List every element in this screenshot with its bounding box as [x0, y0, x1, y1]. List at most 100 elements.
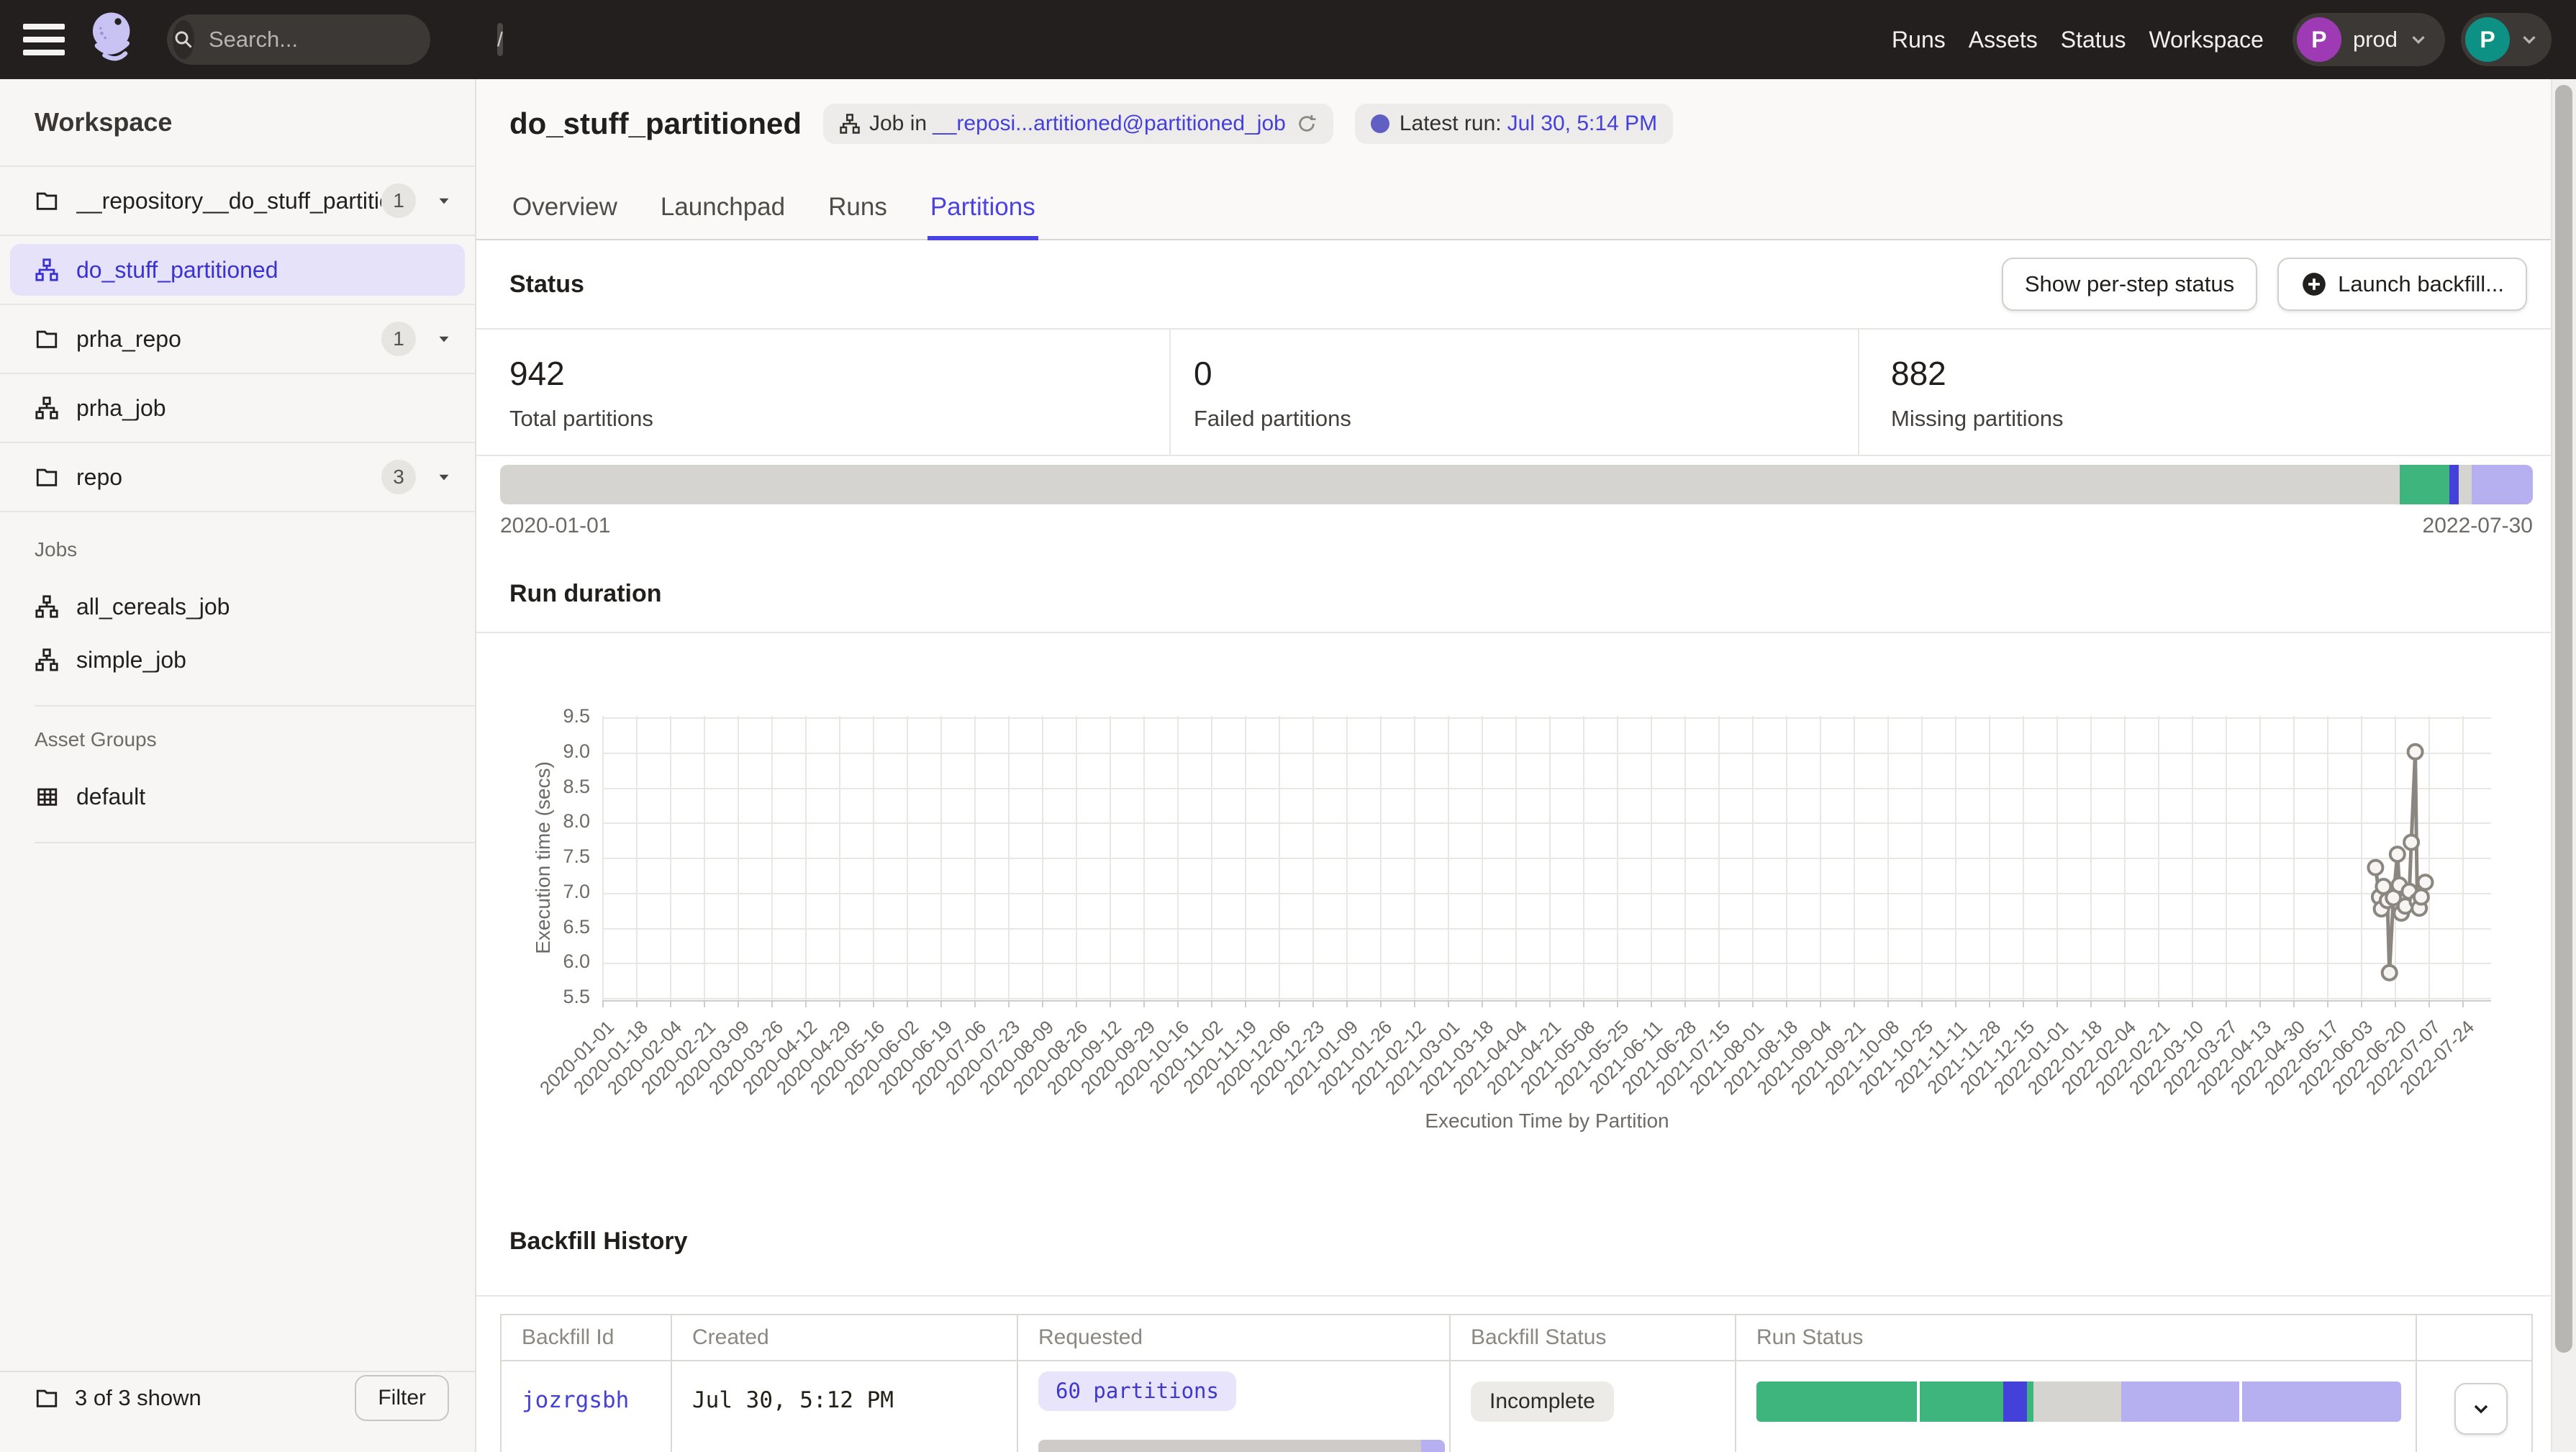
launch-backfill-label: Launch backfill...: [2338, 271, 2504, 297]
nav-workspace[interactable]: Workspace: [2149, 27, 2263, 53]
x-axis-tick-label: 2020-04-29: [772, 1016, 856, 1099]
gridline-vertical: [1921, 716, 1923, 1000]
gridline-vertical: [1955, 716, 1956, 1000]
gridline-vertical: [1110, 716, 1111, 1000]
sidebar-job-simple-job[interactable]: simple_job: [35, 633, 475, 686]
sidebar-repo-repository-do-stuff[interactable]: __repository__do_stuff_partitio... 1: [0, 167, 475, 236]
sidebar-asset-group-default[interactable]: default: [35, 770, 475, 823]
nav-runs[interactable]: Runs: [1892, 27, 1946, 53]
deployment-switcher[interactable]: P prod: [2292, 13, 2445, 66]
partition-range-start: 2020-01-01: [500, 514, 610, 538]
data-point-marker: [2382, 966, 2397, 980]
deployment-avatar: P: [2297, 17, 2341, 62]
launch-backfill-button[interactable]: Launch backfill...: [2277, 258, 2527, 311]
sidebar-job-prha-job[interactable]: prha_job: [0, 374, 475, 443]
hamburger-menu-icon[interactable]: [23, 24, 65, 55]
x-axis-tick: [1786, 1000, 1787, 1007]
folder-icon: [35, 1386, 59, 1410]
vertical-scrollbar[interactable]: [2551, 79, 2576, 1452]
latest-run-link[interactable]: Jul 30, 5:14 PM: [1507, 112, 1657, 136]
reload-icon[interactable]: [1296, 113, 1318, 135]
x-axis-tick-label: 2021-02-12: [1347, 1016, 1430, 1099]
x-axis-tick: [2462, 1000, 2464, 1007]
search-icon[interactable]: [173, 20, 194, 59]
backfill-id-link[interactable]: jozrgsbh: [522, 1387, 629, 1413]
selected-job-pill[interactable]: do_stuff_partitioned: [10, 244, 465, 296]
gridline-vertical: [2327, 716, 2328, 1000]
x-axis-tick: [1684, 1000, 1686, 1007]
caret-down-icon[interactable]: [435, 468, 453, 486]
x-axis-tick: [2361, 1000, 2362, 1007]
nav-status[interactable]: Status: [2061, 27, 2126, 53]
tab-launchpad[interactable]: Launchpad: [658, 181, 788, 240]
status-heading: Status: [509, 271, 584, 299]
caret-down-icon[interactable]: [435, 191, 453, 210]
stat-label: Failed partitions: [1194, 406, 1858, 432]
tab-partitions[interactable]: Partitions: [928, 181, 1038, 240]
show-per-step-status-button[interactable]: Show per-step status: [2002, 258, 2257, 311]
x-axis-tick-label: 2022-02-04: [2057, 1016, 2141, 1099]
filter-button[interactable]: Filter: [355, 1375, 449, 1421]
gridline-horizontal: [603, 753, 2491, 754]
bar-segment: [500, 465, 2400, 504]
x-axis-tick-label: 2020-08-26: [1009, 1016, 1092, 1099]
chart-y-axis-label: Execution time (secs): [532, 761, 555, 954]
user-menu[interactable]: P: [2461, 13, 2552, 66]
y-axis-tick-label: 9.5: [475, 705, 590, 727]
plus-circle-icon: [2300, 271, 2328, 298]
gridline-horizontal: [603, 858, 2491, 859]
x-axis-tick: [1887, 1000, 1889, 1007]
caret-down-icon[interactable]: [435, 330, 453, 348]
stat-value: 882: [1891, 354, 2551, 393]
job-origin-link[interactable]: __reposi...artitioned@partitioned_job: [933, 112, 1286, 136]
bar-segment: [2472, 465, 2533, 504]
x-axis-tick: [907, 1000, 908, 1007]
col-requested: Requested: [1038, 1325, 1143, 1349]
x-axis-tick: [1921, 1000, 1923, 1007]
x-axis-tick-label: 2022-03-27: [2159, 1016, 2242, 1099]
partition-stats: 942 Total partitions 0 Failed partitions…: [475, 328, 2551, 456]
bar-segment: [2027, 1381, 2033, 1422]
x-axis-tick-label: 2020-03-26: [704, 1016, 788, 1099]
gridline-vertical: [1414, 716, 1415, 1000]
sidebar-repo-prha-repo[interactable]: prha_repo 1: [0, 305, 475, 374]
x-axis-tick-label: 2021-03-01: [1381, 1016, 1464, 1099]
x-axis-tick-label: 2020-02-04: [603, 1016, 686, 1099]
gridline-vertical: [1448, 716, 1449, 1000]
gridline-vertical: [940, 716, 942, 1000]
x-axis-tick: [1211, 1000, 1212, 1007]
sidebar-repo-repo[interactable]: repo 3: [0, 443, 475, 512]
y-axis-tick-label: 7.5: [475, 845, 590, 868]
x-axis-tick: [2192, 1000, 2193, 1007]
x-axis-tick-label: 2021-04-21: [1482, 1016, 1566, 1099]
status-section-header: Status Show per-step status Launch backf…: [475, 239, 2551, 328]
tab-overview[interactable]: Overview: [509, 181, 620, 240]
data-point-marker: [2375, 902, 2389, 916]
x-axis-tick: [1008, 1000, 1010, 1007]
expand-row-button[interactable]: [2454, 1383, 2508, 1435]
scrollbar-thumb[interactable]: [2555, 85, 2572, 1353]
dagster-logo-icon[interactable]: [85, 9, 141, 71]
search-input[interactable]: [207, 26, 497, 53]
top-navigation-bar: / Runs Assets Status Workspace P prod P: [0, 0, 2576, 79]
x-axis-tick-label: 2022-07-24: [2395, 1016, 2479, 1099]
bar-segment: [2400, 465, 2449, 504]
nav-assets[interactable]: Assets: [1969, 27, 2038, 53]
x-axis-tick-label: 2020-02-21: [637, 1016, 720, 1099]
sidebar-title: Workspace: [0, 79, 475, 167]
y-axis-tick-label: 5.5: [475, 986, 590, 1008]
gridline-vertical: [2023, 716, 2024, 1000]
sidebar-job-all-cereals-job[interactable]: all_cereals_job: [35, 580, 475, 633]
bar-segment: [1920, 1381, 2003, 1422]
global-search[interactable]: /: [167, 14, 430, 65]
repo-label: repo: [76, 464, 381, 491]
x-axis-tick: [1245, 1000, 1246, 1007]
x-axis-tick-label: 2021-05-25: [1550, 1016, 1633, 1099]
sidebar-job-do-stuff-partitioned[interactable]: do_stuff_partitioned: [0, 236, 475, 305]
requested-partitions-badge[interactable]: 60 partitions: [1038, 1371, 1236, 1411]
x-axis-tick: [1279, 1000, 1280, 1007]
tab-runs[interactable]: Runs: [825, 181, 890, 240]
x-axis-tick: [1651, 1000, 1652, 1007]
gridline-vertical: [1583, 716, 1584, 1000]
search-shortcut-key: /: [497, 23, 503, 56]
